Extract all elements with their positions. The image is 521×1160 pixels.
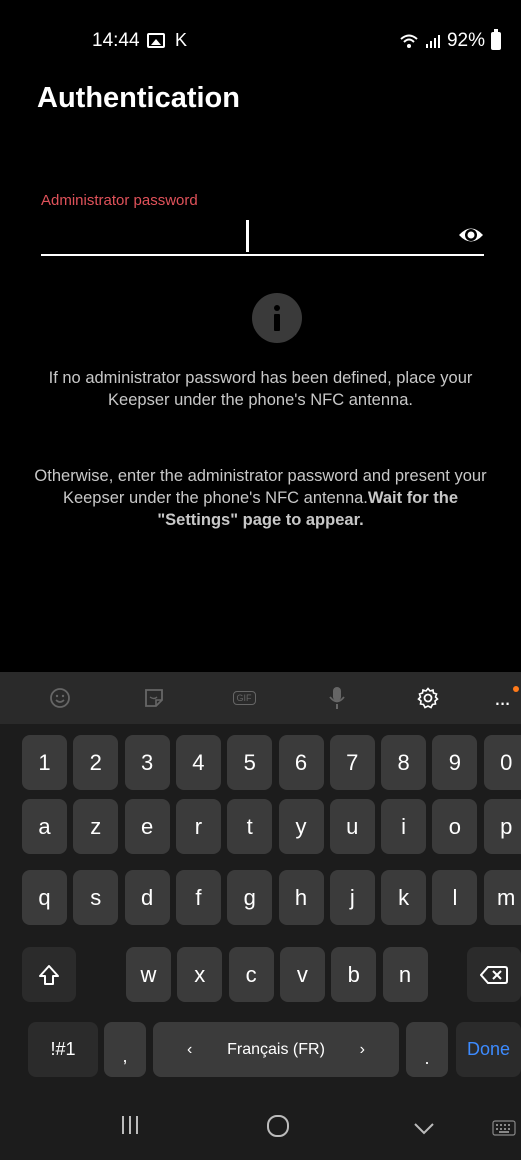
key-c[interactable]: c: [228, 947, 274, 1002]
key-9[interactable]: 9: [432, 735, 478, 790]
key-d[interactable]: d: [124, 870, 170, 925]
key-8[interactable]: 8: [381, 735, 427, 790]
status-bar: 14:44 K 92%: [0, 0, 521, 70]
info-paragraph-no-password: If no administrator password has been de…: [48, 369, 473, 409]
settings-gear-icon[interactable]: [414, 684, 442, 712]
key-b[interactable]: b: [331, 947, 377, 1002]
sticker-icon[interactable]: [140, 684, 168, 712]
key-3[interactable]: 3: [124, 735, 170, 790]
signal-icon: [425, 35, 440, 48]
key-z[interactable]: z: [73, 799, 119, 854]
wifi-icon: [400, 34, 418, 48]
text-caret: [246, 220, 249, 252]
key-r[interactable]: r: [175, 799, 221, 854]
soft-keyboard: GIF ... 1234567890 azertyuiop qsdfghjklm…: [0, 672, 521, 1160]
home-icon[interactable]: [266, 1114, 290, 1138]
key-e[interactable]: e: [124, 799, 170, 854]
key-4[interactable]: 4: [175, 735, 221, 790]
done-key[interactable]: Done: [456, 1022, 521, 1077]
key-i[interactable]: i: [381, 799, 427, 854]
key-6[interactable]: 6: [278, 735, 324, 790]
more-icon[interactable]: ...: [488, 684, 516, 712]
status-time: 14:44: [92, 30, 140, 51]
info-icon: [252, 293, 302, 343]
key-5[interactable]: 5: [227, 735, 273, 790]
key-q[interactable]: q: [22, 870, 67, 925]
key-y[interactable]: y: [278, 799, 324, 854]
password-field[interactable]: [41, 216, 484, 256]
key-1[interactable]: 1: [22, 735, 67, 790]
key-g[interactable]: g: [227, 870, 273, 925]
page-title: Authentication: [37, 82, 240, 114]
key-n[interactable]: n: [382, 947, 428, 1002]
key-0[interactable]: 0: [483, 735, 521, 790]
key-k[interactable]: k: [381, 870, 427, 925]
keyboard-toolbar: GIF ...: [0, 672, 521, 724]
key-l[interactable]: l: [432, 870, 478, 925]
space-key[interactable]: ‹ Français (FR) ›: [153, 1022, 399, 1077]
battery-percent: 92%: [446, 30, 485, 51]
gallery-notification-icon: [147, 33, 165, 48]
key-s[interactable]: s: [73, 870, 119, 925]
key-o[interactable]: o: [432, 799, 478, 854]
symbols-key[interactable]: !#1: [28, 1022, 98, 1077]
notification-dot: [513, 686, 519, 692]
space-language-label: Français (FR): [227, 1040, 325, 1058]
key-w[interactable]: w: [126, 947, 171, 1002]
space-right-arrow: ›: [359, 1040, 365, 1058]
key-t[interactable]: t: [227, 799, 273, 854]
comma-key[interactable]: ,: [104, 1022, 146, 1077]
key-x[interactable]: x: [177, 947, 223, 1002]
shift-key[interactable]: [22, 947, 76, 1002]
key-j[interactable]: j: [329, 870, 375, 925]
key-p[interactable]: p: [483, 799, 521, 854]
hide-keyboard-chevron-icon[interactable]: [413, 1122, 435, 1136]
password-field-label: Administrator password: [41, 192, 198, 209]
key-a[interactable]: a: [22, 799, 67, 854]
mic-icon[interactable]: [323, 684, 351, 712]
key-7[interactable]: 7: [329, 735, 375, 790]
space-left-arrow: ‹: [187, 1040, 193, 1058]
battery-icon: [491, 29, 501, 50]
period-key[interactable]: .: [406, 1022, 448, 1077]
k-notification-icon: K: [175, 30, 188, 50]
key-v[interactable]: v: [279, 947, 325, 1002]
key-f[interactable]: f: [175, 870, 221, 925]
emoji-icon[interactable]: [46, 684, 74, 712]
keyboard-switch-icon[interactable]: [492, 1120, 516, 1136]
navigation-bar: [0, 1092, 521, 1160]
key-m[interactable]: m: [483, 870, 521, 925]
key-h[interactable]: h: [278, 870, 324, 925]
recent-apps-icon[interactable]: [120, 1114, 140, 1136]
key-u[interactable]: u: [329, 799, 375, 854]
show-password-eye-icon[interactable]: [458, 224, 484, 246]
info-paragraph-otherwise: Otherwise, enter the administrator passw…: [30, 465, 491, 531]
gif-icon[interactable]: GIF: [230, 684, 258, 712]
key-2[interactable]: 2: [73, 735, 119, 790]
backspace-key[interactable]: [467, 947, 521, 1002]
